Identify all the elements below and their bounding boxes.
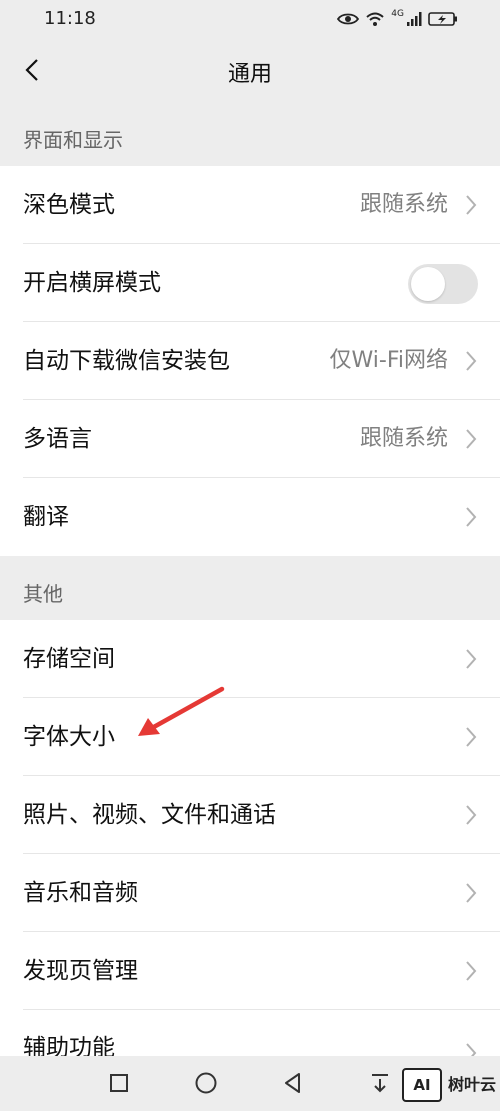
row-value: 跟随系统 <box>359 426 448 451</box>
back-nav-button[interactable] <box>278 1068 308 1098</box>
row-label: 翻译 <box>23 504 69 530</box>
chevron-right-icon <box>466 727 477 747</box>
settings-list-other: 存储空间 字体大小 照片、视频、文件和通话 音乐和音频 发现页管理 <box>0 620 500 1010</box>
chevron-right-icon <box>466 805 477 825</box>
music-audio-row[interactable]: 音乐和音频 <box>0 854 500 932</box>
square-icon <box>110 1074 128 1092</box>
chevron-right-icon <box>466 507 477 527</box>
chevron-right-icon <box>466 195 477 215</box>
toggle-knob <box>411 267 445 301</box>
chevron-right-icon <box>466 1043 477 1056</box>
landscape-mode-toggle[interactable] <box>408 264 478 304</box>
row-label: 开启横屏模式 <box>23 270 161 296</box>
header: 通用 <box>0 40 500 102</box>
row-label: 辅助功能 <box>23 1035 115 1056</box>
pull-down-button[interactable] <box>365 1068 395 1098</box>
row-label: 发现页管理 <box>23 958 138 984</box>
battery-icon <box>428 12 457 26</box>
network-type-label: 4G <box>391 9 404 19</box>
dark-mode-row[interactable]: 深色模式 跟随系统 <box>0 166 500 244</box>
section-label-display: 界面和显示 <box>0 102 500 166</box>
page-title: 通用 <box>227 62 272 87</box>
watermark: AI 树叶云 <box>401 1064 496 1106</box>
section-label-other: 其他 <box>0 556 500 620</box>
circle-icon <box>195 1072 217 1094</box>
watermark-text: 树叶云 <box>447 1075 496 1094</box>
row-value: 仅Wi-Fi网络 <box>329 348 449 373</box>
signal-icon <box>407 12 422 26</box>
chevron-right-icon <box>466 351 477 371</box>
accessibility-row[interactable]: 辅助功能 <box>0 1010 500 1056</box>
row-label: 深色模式 <box>23 192 115 218</box>
row-label: 音乐和音频 <box>23 880 138 906</box>
media-calls-row[interactable]: 照片、视频、文件和通话 <box>0 776 500 854</box>
row-label: 自动下载微信安装包 <box>23 348 230 374</box>
recents-button[interactable] <box>104 1068 134 1098</box>
chevron-right-icon <box>466 961 477 981</box>
landscape-mode-row: 开启横屏模式 <box>0 244 500 322</box>
language-row[interactable]: 多语言 跟随系统 <box>0 400 500 478</box>
chevron-right-icon <box>466 883 477 903</box>
pull-down-icon <box>372 1074 388 1093</box>
status-icons: 4G <box>337 9 458 29</box>
home-button[interactable] <box>191 1068 221 1098</box>
triangle-back-icon <box>285 1073 300 1093</box>
settings-list-display: 深色模式 跟随系统 开启横屏模式 自动下载微信安装包 仅Wi-Fi网络 多语言 … <box>0 166 500 556</box>
row-label: 多语言 <box>23 426 92 452</box>
eye-icon <box>337 13 360 25</box>
row-label: 照片、视频、文件和通话 <box>23 802 276 828</box>
status-time: 11:18 <box>44 8 96 29</box>
watermark-logo: AI <box>401 1068 442 1102</box>
chevron-right-icon <box>466 649 477 669</box>
wifi-icon <box>366 12 384 26</box>
translate-row[interactable]: 翻译 <box>0 478 500 556</box>
row-label: 字体大小 <box>23 724 115 750</box>
storage-row[interactable]: 存储空间 <box>0 620 500 698</box>
chevron-right-icon <box>466 429 477 449</box>
status-bar: 11:18 4G <box>0 0 500 40</box>
auto-download-row[interactable]: 自动下载微信安装包 仅Wi-Fi网络 <box>0 322 500 400</box>
font-size-row[interactable]: 字体大小 <box>0 698 500 776</box>
discover-manage-row[interactable]: 发现页管理 <box>0 932 500 1010</box>
row-label: 存储空间 <box>23 646 115 672</box>
row-value: 跟随系统 <box>359 192 448 217</box>
